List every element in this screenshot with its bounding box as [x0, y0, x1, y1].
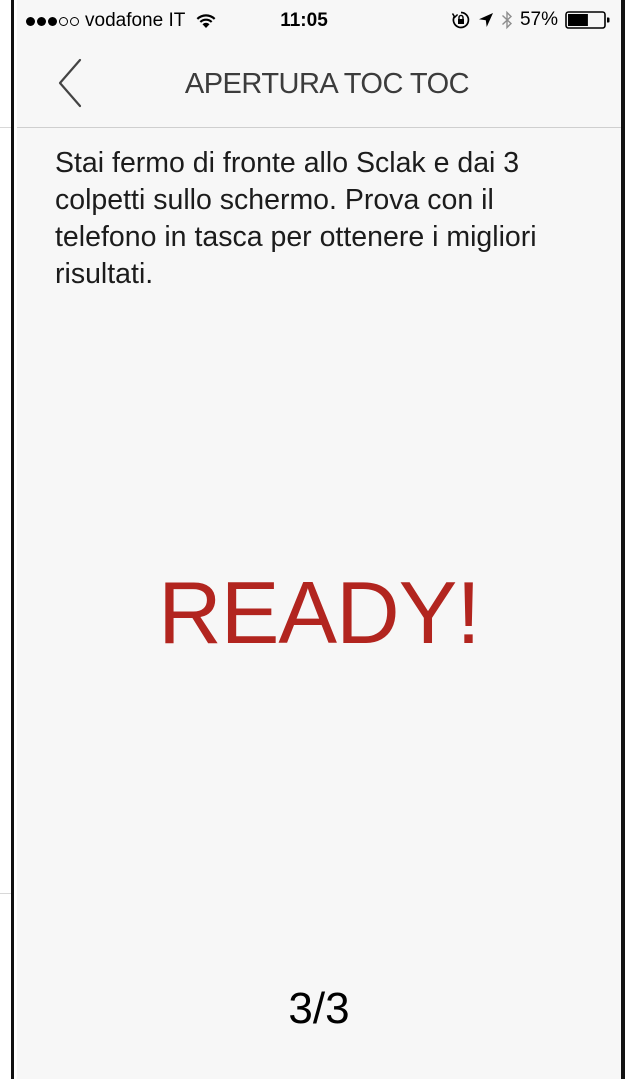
orientation-lock-icon — [451, 11, 470, 29]
navigation-bar: APERTURA TOC TOC — [17, 40, 621, 128]
status-bar: vodafone IT 11:05 57% — [17, 0, 621, 40]
battery-percentage: 57% — [519, 9, 558, 30]
divider — [0, 893, 11, 894]
tap-counter: 3/3 — [288, 984, 350, 1033]
adjacent-screen-edge — [0, 0, 14, 1079]
bluetooth-icon — [501, 10, 512, 30]
status-right: 57% — [451, 9, 611, 31]
screenshot-frame: vodafone IT 11:05 57% APERTURA TOC TOC S… — [0, 0, 629, 1079]
divider — [0, 127, 11, 128]
location-icon — [478, 13, 493, 27]
battery-icon — [565, 11, 610, 29]
phone-screen: vodafone IT 11:05 57% APERTURA TOC TOC S… — [17, 0, 625, 1079]
instructions-text: Stai fermo di fronte allo Sclak e dai 3 … — [55, 147, 537, 290]
ready-status: READY! — [158, 563, 481, 662]
page-title: APERTURA TOC TOC — [184, 68, 470, 100]
